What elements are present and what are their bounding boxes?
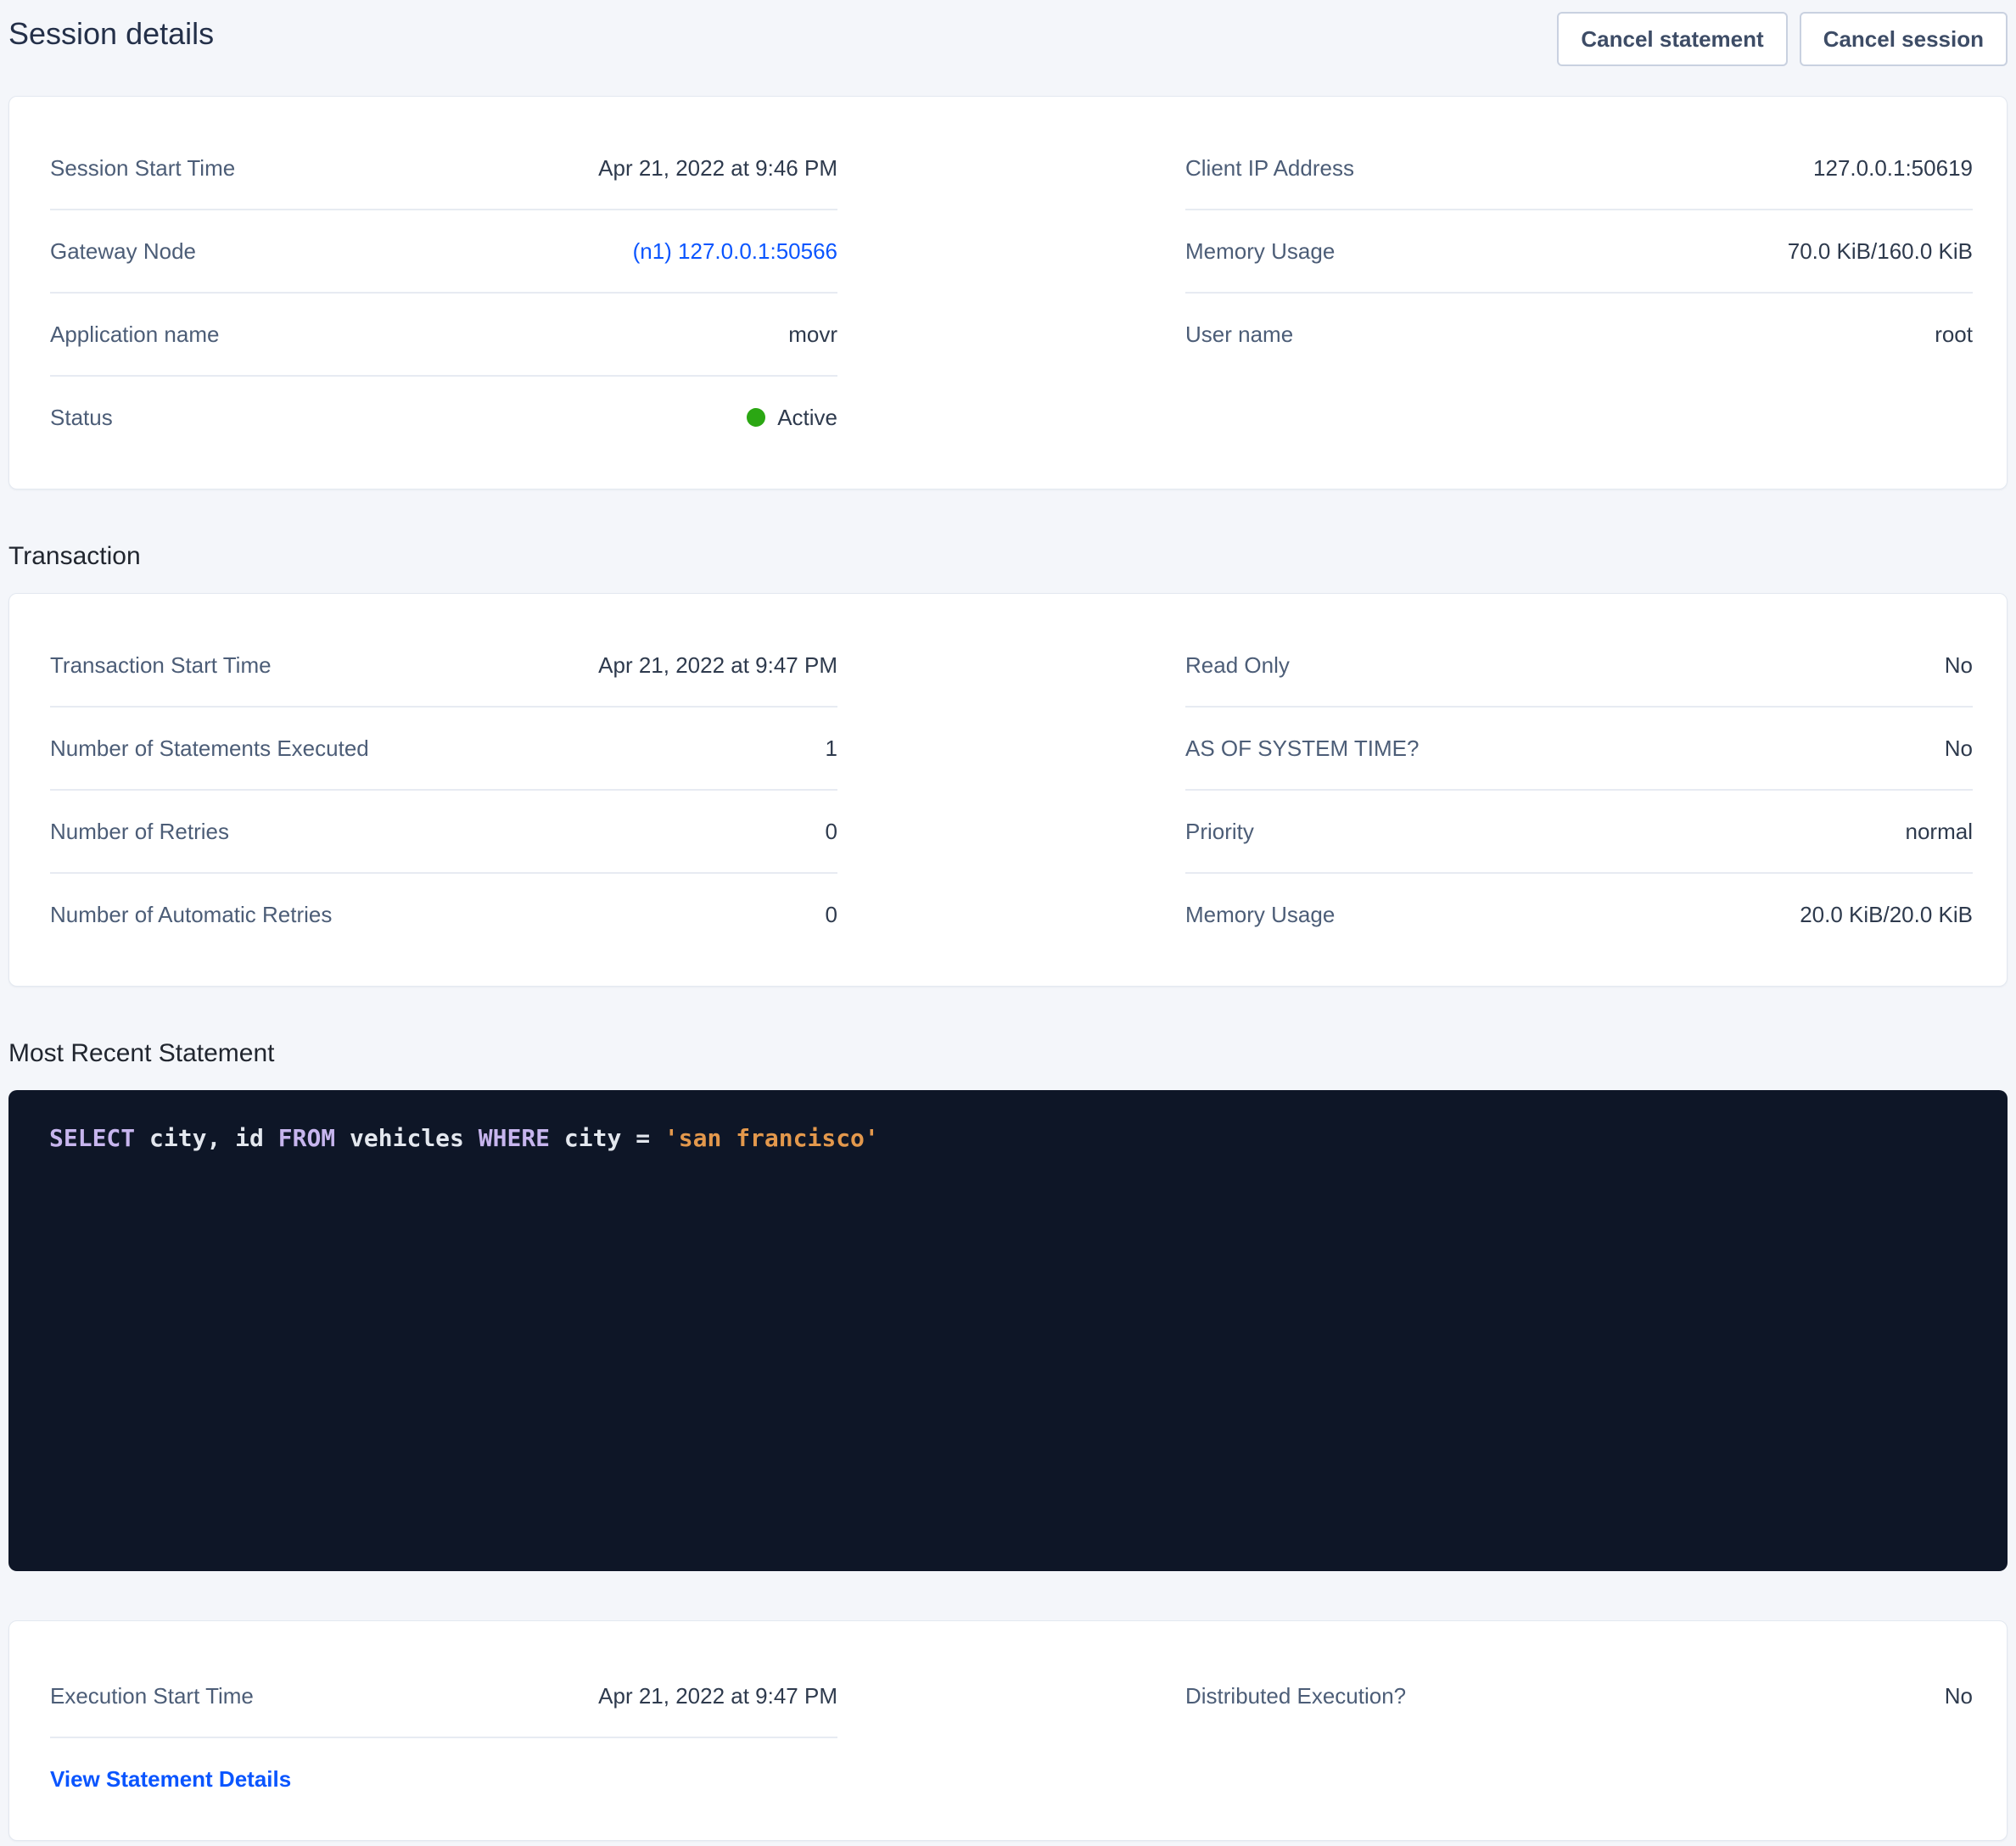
row-value: 0 xyxy=(826,902,837,928)
transaction-memory-usage-row: Memory Usage 20.0 KiB/20.0 KiB xyxy=(1185,874,1973,955)
view-statement-details-link[interactable]: View Statement Details xyxy=(50,1766,291,1793)
transaction-section-title: Transaction xyxy=(8,542,2008,571)
row-label: AS OF SYSTEM TIME? xyxy=(1185,736,1419,762)
cancel-statement-button[interactable]: Cancel statement xyxy=(1557,12,1787,66)
execution-grid: Execution Start Time Apr 21, 2022 at 9:4… xyxy=(50,1655,1973,1820)
row-value: 70.0 KiB/160.0 KiB xyxy=(1788,238,1973,265)
execution-left-column: Execution Start Time Apr 21, 2022 at 9:4… xyxy=(50,1655,837,1820)
session-summary-card: Session Start Time Apr 21, 2022 at 9:46 … xyxy=(8,96,2008,489)
header-actions: Cancel statement Cancel session xyxy=(1557,12,2008,66)
row-label: Client IP Address xyxy=(1185,155,1354,182)
row-label: Number of Automatic Retries xyxy=(50,902,332,928)
execution-start-time-row: Execution Start Time Apr 21, 2022 at 9:4… xyxy=(50,1655,837,1738)
row-value: 1 xyxy=(826,736,837,762)
execution-card: Execution Start Time Apr 21, 2022 at 9:4… xyxy=(8,1620,2008,1841)
row-label: Application name xyxy=(50,322,219,348)
row-label: User name xyxy=(1185,322,1293,348)
row-label: Execution Start Time xyxy=(50,1683,254,1709)
session-summary-right-column: Client IP Address 127.0.0.1:50619 Memory… xyxy=(1185,127,1973,458)
row-value: No xyxy=(1945,1683,1973,1709)
row-label: Distributed Execution? xyxy=(1185,1683,1406,1709)
session-start-time-row: Session Start Time Apr 21, 2022 at 9:46 … xyxy=(50,127,837,210)
row-value: Apr 21, 2022 at 9:46 PM xyxy=(598,155,837,182)
most-recent-statement-title: Most Recent Statement xyxy=(8,1039,2008,1068)
row-label: Read Only xyxy=(1185,652,1290,679)
statements-executed-row: Number of Statements Executed 1 xyxy=(50,708,837,791)
view-statement-details-row: View Statement Details xyxy=(50,1738,837,1820)
row-value: 0 xyxy=(826,819,837,845)
status-active-dot-icon xyxy=(747,408,765,427)
sql-keyword-from: FROM xyxy=(278,1124,335,1152)
as-of-system-time-row: AS OF SYSTEM TIME? No xyxy=(1185,708,1973,791)
row-value: movr xyxy=(788,322,837,348)
sql-statement: SELECT city, id FROM vehicles WHERE city… xyxy=(49,1124,1967,1152)
distributed-execution-row: Distributed Execution? No xyxy=(1185,1655,1973,1737)
session-summary-grid: Session Start Time Apr 21, 2022 at 9:46 … xyxy=(50,127,1973,458)
transaction-card: Transaction Start Time Apr 21, 2022 at 9… xyxy=(8,593,2008,987)
client-ip-row: Client IP Address 127.0.0.1:50619 xyxy=(1185,127,1973,210)
row-label: Session Start Time xyxy=(50,155,235,182)
page-title: Session details xyxy=(8,12,214,56)
transaction-right-column: Read Only No AS OF SYSTEM TIME? No Prior… xyxy=(1185,624,1973,955)
row-value: No xyxy=(1945,736,1973,762)
status-row: Status Active xyxy=(50,377,837,458)
sql-keyword-where: WHERE xyxy=(479,1124,550,1152)
number-of-retries-row: Number of Retries 0 xyxy=(50,791,837,874)
topbar: Session details Cancel statement Cancel … xyxy=(8,0,2008,66)
application-name-row: Application name movr xyxy=(50,294,837,377)
row-label: Memory Usage xyxy=(1185,902,1335,928)
row-label: Gateway Node xyxy=(50,238,196,265)
sql-columns: city, id xyxy=(135,1124,278,1152)
row-value: Apr 21, 2022 at 9:47 PM xyxy=(598,1683,837,1709)
transaction-left-column: Transaction Start Time Apr 21, 2022 at 9… xyxy=(50,624,837,955)
row-value: 20.0 KiB/20.0 KiB xyxy=(1800,902,1973,928)
user-name-row: User name root xyxy=(1185,294,1973,375)
row-label: Number of Retries xyxy=(50,819,229,845)
sql-string-literal: 'san francisco' xyxy=(664,1124,879,1152)
row-value: No xyxy=(1945,652,1973,679)
row-value: Apr 21, 2022 at 9:47 PM xyxy=(598,652,837,679)
session-details-page: Session details Cancel statement Cancel … xyxy=(0,0,2016,1841)
gateway-node-row: Gateway Node (n1) 127.0.0.1:50566 xyxy=(50,210,837,294)
sql-condition: city = xyxy=(550,1124,664,1152)
row-value: normal xyxy=(1906,819,1973,845)
status-text: Active xyxy=(777,405,837,431)
transaction-grid: Transaction Start Time Apr 21, 2022 at 9… xyxy=(50,624,1973,955)
row-label: Status xyxy=(50,405,113,431)
automatic-retries-row: Number of Automatic Retries 0 xyxy=(50,874,837,955)
cancel-session-button[interactable]: Cancel session xyxy=(1800,12,2008,66)
session-memory-usage-row: Memory Usage 70.0 KiB/160.0 KiB xyxy=(1185,210,1973,294)
row-label: Memory Usage xyxy=(1185,238,1335,265)
status-badge: Active xyxy=(747,405,837,431)
session-summary-left-column: Session Start Time Apr 21, 2022 at 9:46 … xyxy=(50,127,837,458)
gateway-node-link[interactable]: (n1) 127.0.0.1:50566 xyxy=(633,238,837,265)
row-value: root xyxy=(1935,322,1973,348)
sql-keyword-select: SELECT xyxy=(49,1124,135,1152)
transaction-start-time-row: Transaction Start Time Apr 21, 2022 at 9… xyxy=(50,624,837,708)
row-value: 127.0.0.1:50619 xyxy=(1813,155,1973,182)
priority-row: Priority normal xyxy=(1185,791,1973,874)
execution-right-column: Distributed Execution? No xyxy=(1185,1655,1973,1820)
row-label: Transaction Start Time xyxy=(50,652,272,679)
row-label: Priority xyxy=(1185,819,1254,845)
sql-table: vehicles xyxy=(335,1124,479,1152)
read-only-row: Read Only No xyxy=(1185,624,1973,708)
sql-code-block: SELECT city, id FROM vehicles WHERE city… xyxy=(8,1090,2008,1571)
row-label: Number of Statements Executed xyxy=(50,736,369,762)
